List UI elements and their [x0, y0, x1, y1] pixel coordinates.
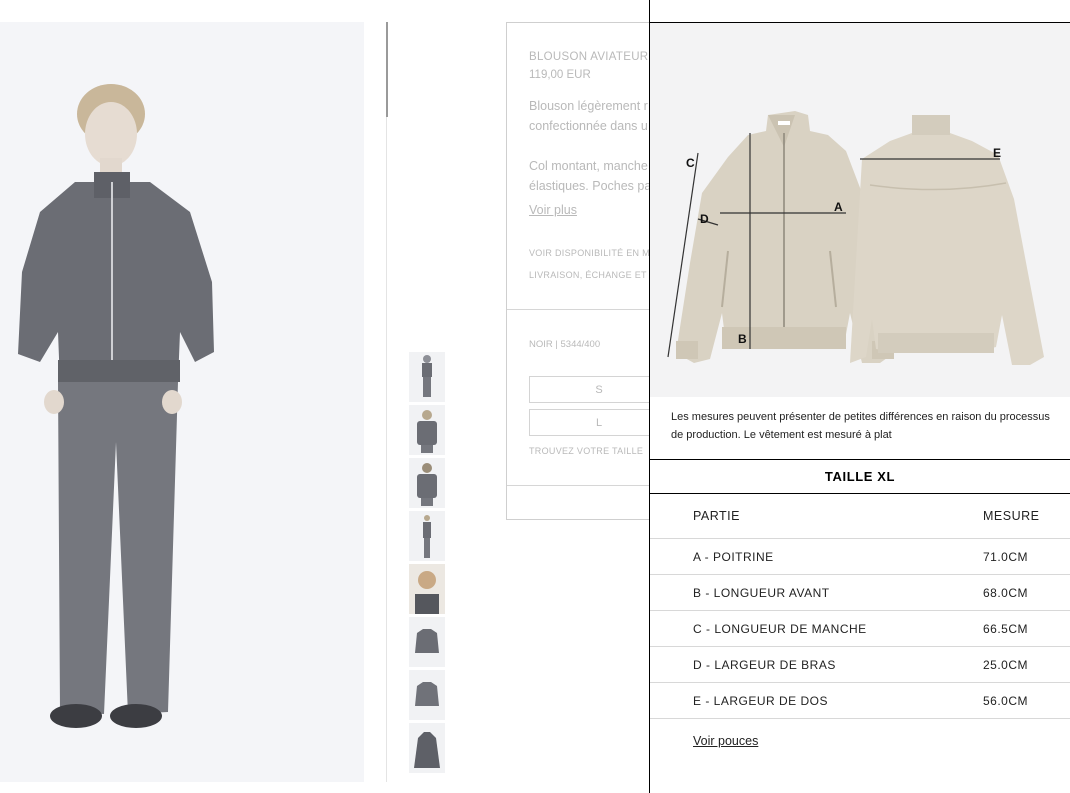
measurement-label-a: A: [834, 200, 843, 214]
measurement-label-c: C: [686, 156, 695, 170]
store-availability-link[interactable]: VOIR DISPONIBILITÉ EN M: [529, 248, 650, 258]
table-row: A - POITRINE 71.0CM: [650, 539, 1070, 575]
product-main-photo[interactable]: [0, 22, 364, 782]
product-description-line: Blouson légèrement r: [529, 99, 648, 113]
thumbnail-upper-body[interactable]: [409, 405, 445, 455]
row-measure-value: 71.0CM: [983, 550, 1029, 564]
product-name: BLOUSON AVIATEUR: [529, 51, 649, 63]
table-row: C - LONGUEUR DE MANCHE 66.5CM: [650, 611, 1070, 647]
row-measure-value: 68.0CM: [983, 586, 1029, 600]
thumbnail-flat-front[interactable]: [409, 617, 445, 667]
column-header-measure: MESURE: [983, 509, 1040, 523]
divider: [507, 485, 666, 486]
find-your-size-link[interactable]: TROUVEZ VOTRE TAILLE: [529, 446, 643, 456]
view-inches-link[interactable]: Voir pouces: [693, 734, 758, 748]
measurement-label-b: B: [738, 332, 747, 346]
measurement-table-header: PARTIE MESURE: [650, 494, 1070, 539]
thumbnail-side-view[interactable]: [409, 511, 445, 561]
model-photo: [18, 84, 214, 728]
shipping-returns-link[interactable]: LIVRAISON, ÉCHANGE ET: [529, 270, 647, 280]
size-option-s[interactable]: S: [529, 376, 669, 403]
jacket-diagram-image: A B C D E: [667, 111, 1044, 365]
row-part-label: A - POITRINE: [693, 550, 774, 564]
table-row: D - LARGEUR DE BRAS 25.0CM: [650, 647, 1070, 683]
table-row: B - LONGUEUR AVANT 68.0CM: [650, 575, 1070, 611]
size-guide-panel: A B C D E Les mesures peuvent présenter …: [649, 0, 1070, 793]
row-part-label: C - LONGUEUR DE MANCHE: [693, 622, 867, 636]
thumbnail-back-view[interactable]: [409, 458, 445, 508]
measurement-disclaimer: Les mesures peuvent présenter de petites…: [671, 411, 1050, 441]
row-measure-value: 66.5CM: [983, 622, 1029, 636]
size-option-l[interactable]: L: [529, 409, 669, 436]
product-info-panel: BLOUSON AVIATEUR 119,00 EUR Blouson légè…: [506, 22, 669, 520]
garment-measurement-diagram: A B C D E: [650, 23, 1070, 397]
row-measure-value: 56.0CM: [983, 694, 1029, 708]
row-measure-value: 25.0CM: [983, 658, 1029, 672]
thumbnail-strip: [409, 352, 445, 776]
thumbnail-flat-back[interactable]: [409, 670, 445, 720]
see-more-link[interactable]: Voir plus: [529, 203, 577, 217]
measurement-label-d: D: [700, 212, 709, 226]
table-row: E - LARGEUR DE DOS 56.0CM: [650, 683, 1070, 719]
divider: [507, 309, 666, 310]
color-reference: NOIR | 5344/400: [529, 339, 601, 350]
gallery-scroll-thumb[interactable]: [386, 22, 388, 117]
measurement-label-e: E: [993, 146, 1001, 160]
row-part-label: B - LONGUEUR AVANT: [693, 586, 830, 600]
product-description-line: élastiques. Poches pa: [529, 179, 652, 193]
thumbnail-collar-detail[interactable]: [409, 564, 445, 614]
gallery-scroll-track[interactable]: [386, 22, 387, 782]
thumbnail-detail[interactable]: [409, 723, 445, 773]
row-part-label: D - LARGEUR DE BRAS: [693, 658, 836, 672]
column-header-part: PARTIE: [693, 509, 740, 523]
product-price: 119,00 EUR: [529, 69, 591, 81]
jacket-back: [850, 115, 1044, 365]
product-description-line: Col montant, manche: [529, 159, 648, 173]
thumbnail-full-body[interactable]: [409, 352, 445, 402]
product-description-line: confectionnée dans u: [529, 119, 648, 133]
size-title: TAILLE XL: [650, 459, 1070, 494]
row-part-label: E - LARGEUR DE DOS: [693, 694, 829, 708]
